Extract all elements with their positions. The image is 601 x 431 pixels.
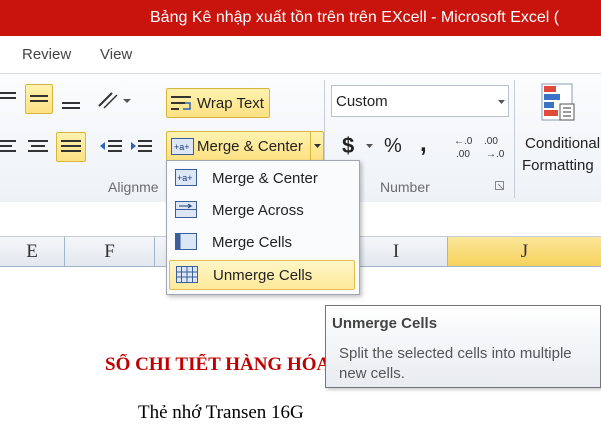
menu-item-label: Merge & Center [212,170,318,187]
number-format-select[interactable]: Custom [331,85,509,117]
bottom-align-icon[interactable] [58,86,84,114]
window-title: Bảng Kê nhập xuất tồn trên trên EXcell -… [150,9,560,26]
svg-text:→.0: →.0 [486,149,505,160]
alignment-group-label: Alignme [108,179,159,195]
merge-dropdown-menu: +a+ Merge & Center Merge Across Merge Ce… [166,160,360,295]
tab-review[interactable]: Review [22,46,71,63]
align-left-icon[interactable] [0,134,20,160]
conditional-formatting-icon [541,83,575,121]
tooltip-body: Split the selected cells into multiple n… [339,345,572,382]
conditional-formatting-label-1: Conditional [525,135,601,152]
comma-button[interactable]: , [420,130,427,158]
increase-decimal-icon[interactable]: ←.0.00 [452,132,478,162]
menu-item-merge-center[interactable]: +a+ Merge & Center [169,164,355,194]
ribbon-tabs: Review View [0,36,601,73]
menu-item-merge-cells[interactable]: Merge Cells [169,228,355,258]
svg-text:.00: .00 [484,136,498,147]
wrap-text-label: Wrap Text [197,95,264,112]
column-header-e[interactable]: E [0,237,65,266]
tooltip: Unmerge Cells Split the selected cells i… [325,305,601,388]
top-align-icon[interactable] [0,86,18,110]
number-format-value: Custom [336,93,388,110]
menu-item-merge-across[interactable]: Merge Across [169,196,355,226]
menu-item-label: Unmerge Cells [213,267,313,284]
group-separator [514,80,515,198]
tab-view[interactable]: View [100,46,132,63]
svg-text:.00: .00 [456,149,470,160]
wrap-text-button[interactable]: Wrap Text [166,88,270,118]
chevron-down-icon[interactable] [366,144,374,149]
merge-center-label: Merge & Center [197,138,303,155]
chevron-down-icon [498,100,505,104]
menu-item-label: Merge Cells [212,234,293,251]
sheet-title[interactable]: SỔ CHI TIẾT HÀNG HÓA [105,354,325,376]
chevron-down-icon[interactable] [314,144,322,150]
orientation-icon[interactable] [96,88,136,112]
align-center-icon[interactable] [25,134,53,160]
middle-align-icon[interactable] [25,84,53,114]
column-header-j[interactable]: J [448,237,601,266]
conditional-formatting-label-2: Formatting [522,157,594,174]
merge-cells-icon [175,233,197,250]
conditional-formatting-button[interactable]: Conditional Formatting [520,78,601,176]
merge-center-icon: +a+ [175,169,197,186]
number-group-label: Number [380,179,430,195]
title-bar: Bảng Kê nhập xuất tồn trên trên EXcell -… [0,0,601,36]
menu-item-label: Merge Across [212,202,304,219]
unmerge-cells-icon [176,266,198,283]
currency-button[interactable]: $ [342,133,354,159]
align-right-icon[interactable] [56,132,86,162]
decrease-decimal-icon[interactable]: .00 →.0 [482,132,508,162]
merge-center-icon: +a+ [171,138,194,155]
merge-across-icon [175,201,197,218]
split-divider [310,132,311,160]
svg-text:+a+: +a+ [177,173,193,183]
column-header-f[interactable]: F [65,237,155,266]
svg-text:+a+: +a+ [174,142,190,152]
menu-item-unmerge-cells[interactable]: Unmerge Cells [169,260,355,290]
wrap-text-icon [171,96,191,110]
tooltip-title: Unmerge Cells [332,315,438,332]
merge-center-button[interactable]: +a+ Merge & Center [166,131,324,161]
sheet-subtitle[interactable]: Thẻ nhớ Transen 16G [138,402,304,424]
svg-text:←.0: ←.0 [454,136,473,147]
dialog-launcher-icon[interactable] [495,181,505,191]
column-header-i[interactable]: I [345,237,448,266]
increase-indent-icon[interactable] [128,134,154,160]
decrease-indent-icon[interactable] [98,134,124,160]
percent-button[interactable]: % [384,135,402,158]
